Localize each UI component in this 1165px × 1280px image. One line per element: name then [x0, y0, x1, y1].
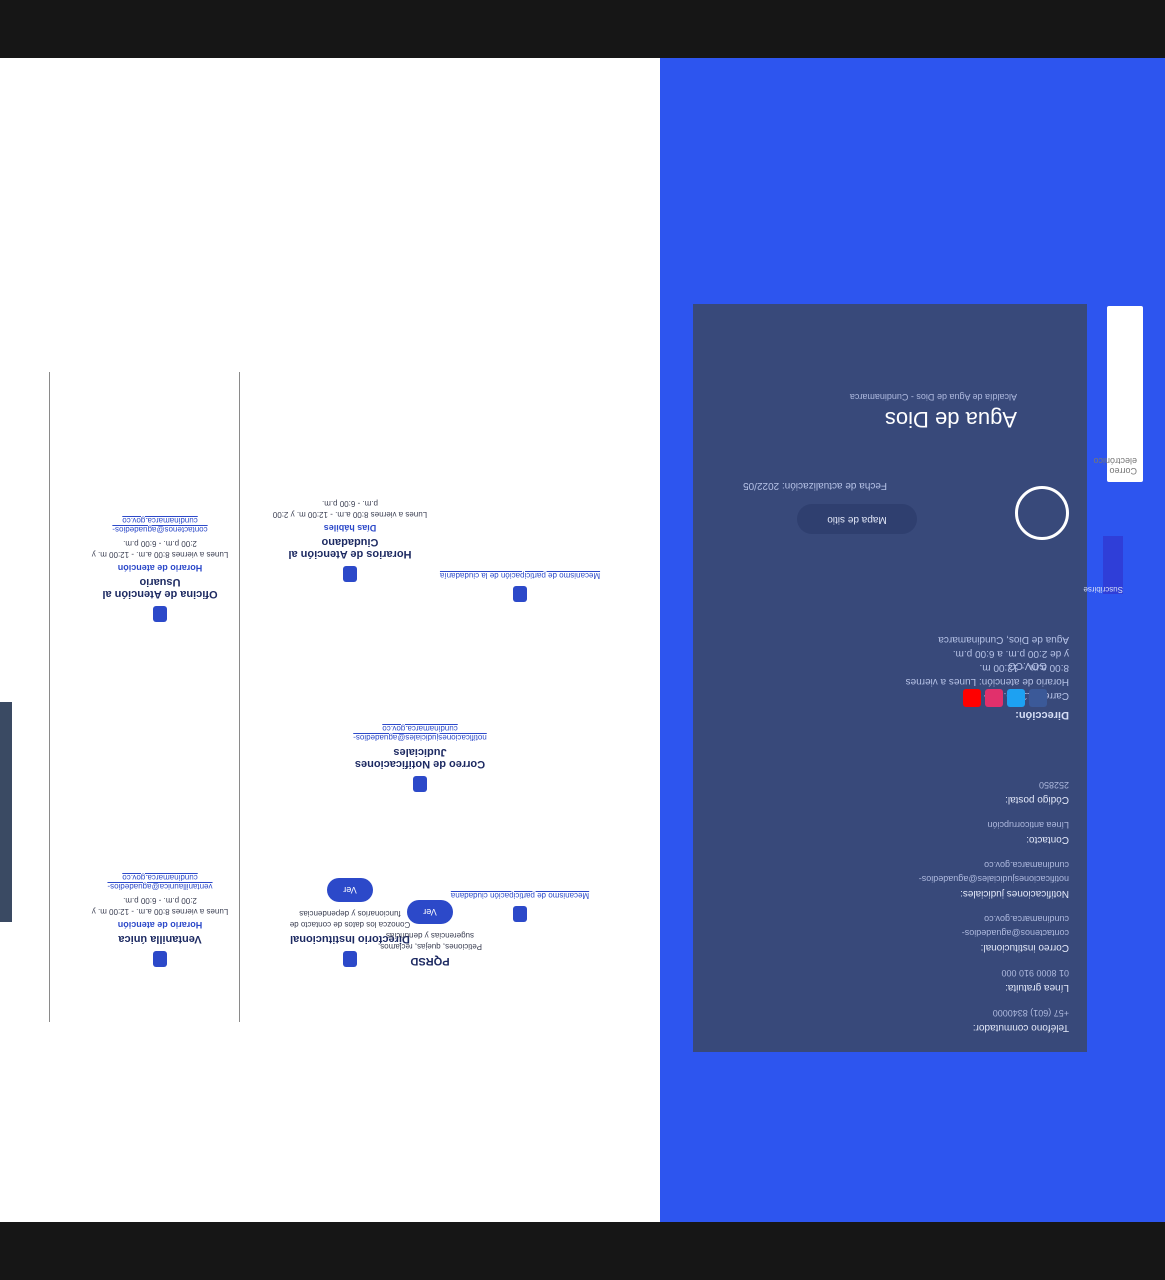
last-update: Fecha de actualización: 2022/05: [743, 480, 887, 491]
document-icon: [513, 906, 527, 922]
card-notificaciones-email[interactable]: notificacionesjudiciales@aguadedios-cund…: [330, 724, 510, 742]
directory-icon: [343, 951, 357, 967]
youtube-icon[interactable]: [963, 689, 981, 707]
card-notificaciones: Correo de Notificaciones Judiciales noti…: [330, 724, 510, 792]
card-pqrsd-title: PQRSD: [410, 955, 450, 967]
card-atencion-sub: Horario de atención: [117, 563, 203, 573]
govco-label[interactable]: GOV.CO: [1008, 658, 1047, 672]
card-ventanilla: Ventanilla única Horario de atención Lun…: [90, 873, 230, 967]
judicial-value[interactable]: notificacionesjudiciales@aguadedios-cund…: [899, 858, 1069, 886]
card-atencion-usuario: Oficina de Atención al Usuario Horario d…: [90, 516, 230, 622]
card-notificaciones-title: Correo de Notificaciones Judiciales: [354, 746, 486, 770]
bottom-link-2[interactable]: Mecanismo de participación de la ciudada…: [420, 571, 620, 602]
social-links: [963, 689, 1047, 707]
agua-de-dios-logo: [1015, 486, 1069, 540]
directorio-ver-button[interactable]: Ver: [327, 878, 373, 902]
divider: [239, 372, 240, 1022]
contact-value[interactable]: Línea anticorrupción: [899, 818, 1069, 832]
contact-label: Contacto:: [1026, 834, 1069, 845]
envelope-icon: [413, 776, 427, 792]
card-horarios-sub: Días hábiles: [323, 523, 377, 533]
card-ventanilla-title: Ventanilla única: [118, 933, 202, 945]
newsletter-input[interactable]: Correo electrónico: [1093, 306, 1143, 482]
users-icon: [153, 606, 167, 622]
phone-value: +57 (601) 8340000: [992, 1008, 1069, 1018]
free-line-label: Línea gratuita:: [1005, 982, 1069, 993]
top-letterbox: [0, 0, 1165, 58]
card-atencion-title: Oficina de Atención al Usuario: [102, 576, 218, 600]
card-atencion-text: Lunes a viernes 8:00 a.m. - 12:00 m. y 2…: [91, 539, 229, 559]
newsletter-placeholder: Correo electrónico: [1093, 456, 1137, 476]
address-title: Dirección:: [1015, 709, 1069, 721]
brand-name: Agua de Dios: [884, 407, 1017, 432]
bottom-link-1[interactable]: Mecanismo de participación ciudadana: [420, 891, 620, 922]
postal-label: Código postal:: [1005, 794, 1069, 805]
free-line-value: 01 8000 910 000: [1001, 968, 1069, 978]
footer: Teléfono conmutador: +57 (601) 8340000 Lí…: [660, 58, 1165, 1222]
email-value[interactable]: contactenos@aguadedios-cundinamarca.gov.…: [899, 912, 1069, 940]
phone-label: Teléfono conmutador:: [972, 1022, 1069, 1033]
facebook-icon[interactable]: [1029, 689, 1047, 707]
twitter-icon[interactable]: [1007, 689, 1025, 707]
card-horarios-text: Lunes a viernes 8:00 a.m. - 12:00 m. y 2…: [272, 499, 428, 519]
card-atencion-link[interactable]: contactenos@aguadedios-cundinamarca.gov.…: [90, 516, 230, 534]
judicial-label: Notificaciones judiciales:: [960, 888, 1069, 899]
card-horarios: Horarios de Atención al Ciudadano Días h…: [270, 498, 430, 582]
page: Teléfono conmutador: +57 (601) 8340000 Lí…: [0, 58, 1165, 1222]
card-ventanilla-text: Lunes a viernes 8:00 a.m. - 12:00 m. y 2…: [91, 896, 229, 916]
brand-tagline: Alcaldía de Agua de Dios - Cundinamarca: [849, 392, 1017, 402]
main-content: Ventanilla única Horario de atención Lun…: [0, 58, 660, 1222]
card-pqrsd-text: Peticiones, quejas, reclamos, sugerencia…: [377, 931, 483, 951]
document-icon: [513, 586, 527, 602]
postal-value: 252850: [1038, 780, 1069, 790]
bottom-link-2-label[interactable]: Mecanismo de participación de la ciudada…: [420, 571, 620, 580]
footer-address-column: Dirección: Carrera 11 No. 12 - 33 Horari…: [899, 632, 1069, 722]
clock-icon: [343, 566, 357, 582]
footer-panel: Teléfono conmutador: +57 (601) 8340000 Lí…: [693, 304, 1087, 1052]
address-line-4: Agua de Dios, Cundinamarca: [938, 634, 1069, 645]
email-label: Correo institucional:: [980, 942, 1069, 953]
bottom-link-1-label[interactable]: Mecanismo de participación ciudadana: [420, 891, 620, 900]
building-icon: [153, 951, 167, 967]
card-horarios-title: Horarios de Atención al Ciudadano: [288, 536, 412, 560]
footer-contact-column: Teléfono conmutador: +57 (601) 8340000 Lí…: [899, 766, 1069, 1034]
divider: [49, 372, 50, 1022]
site-map-button[interactable]: Mapa de sitio: [797, 504, 917, 534]
card-ventanilla-link[interactable]: ventanillaunica@aguadedios-cundinamarca.…: [90, 873, 230, 891]
card-ventanilla-sub: Horario de atención: [117, 920, 203, 930]
bottom-letterbox: [0, 1222, 1165, 1280]
newsletter-submit-button[interactable]: Suscribirse: [1083, 536, 1123, 594]
banner-photo: [0, 702, 12, 922]
instagram-icon[interactable]: [985, 689, 1003, 707]
